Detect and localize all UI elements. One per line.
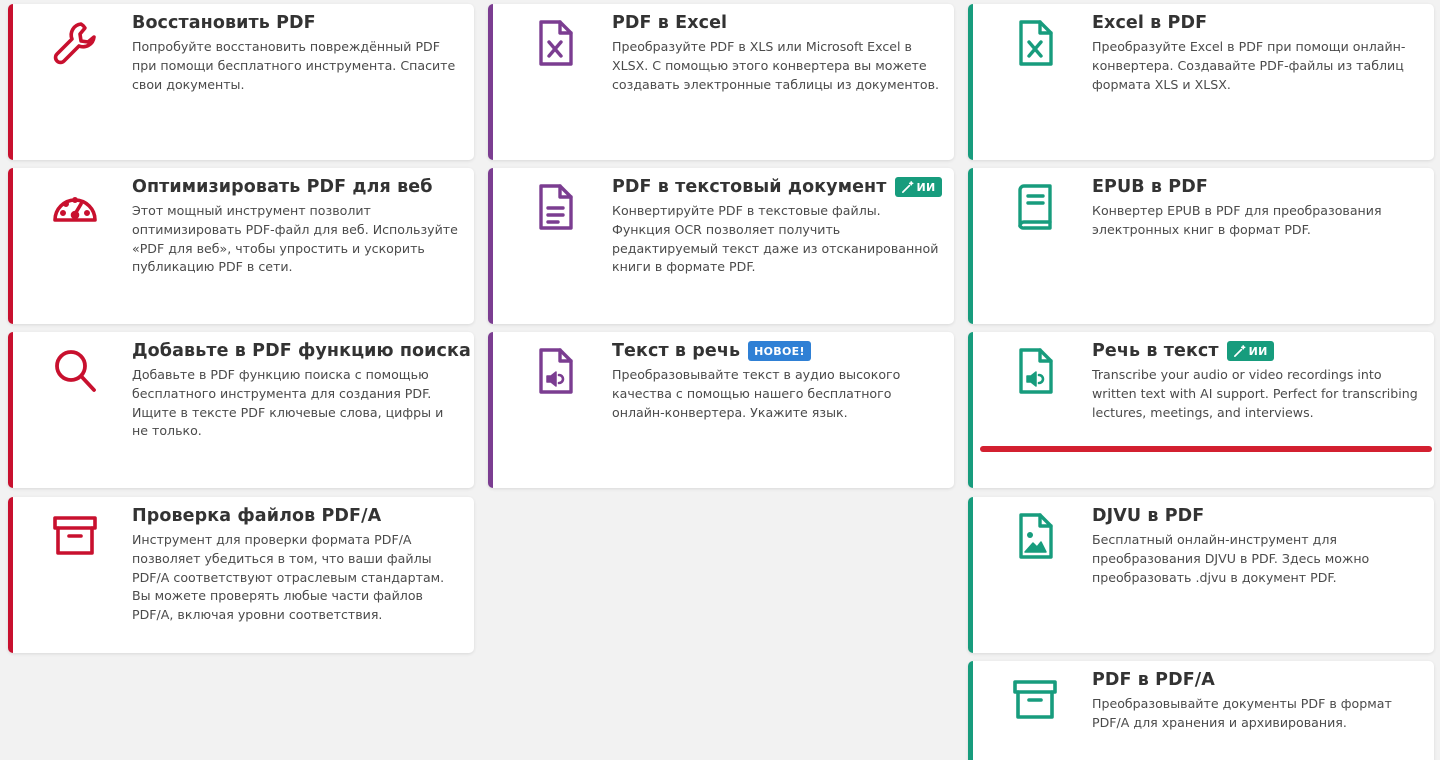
card-title: Текст в речь [612,341,741,361]
card-description: Бесплатный онлайн-инструмент для преобра… [1092,532,1370,585]
card-title: Восстановить PDF [132,13,316,33]
badge-label: ИИ [1248,344,1268,358]
card-description: Этот мощный инструмент позволит оптимизи… [132,203,458,275]
tool-card-repair-pdf[interactable]: Восстановить PDF Попробуйте восстановить… [8,4,474,160]
card-description: Конвертер EPUB в PDF для преобразования … [1092,203,1382,237]
new-badge: НОВОЕ! [748,341,811,361]
card-title: Добавьте в PDF функцию поиска [132,341,471,361]
badge-label: ИИ [916,180,936,194]
highlight-underline [980,446,1432,452]
tool-card-pdf-to-pdfa[interactable]: PDF в PDF/A Преобразовывайте документы P… [968,661,1434,760]
card-title: PDF в Excel [612,13,728,33]
archive-box-icon [47,511,103,561]
image-file-icon [1007,511,1063,561]
tool-card-add-search[interactable]: Добавьте в PDF функцию поиска Добавьте в… [8,332,474,488]
card-description: Преобразовывайте документы PDF в формат … [1092,696,1392,730]
tools-grid: Восстановить PDF Попробуйте восстановить… [0,0,1440,760]
card-description: Преобразуйте PDF в XLS или Microsoft Exc… [612,39,940,92]
tool-card-excel-to-pdf[interactable]: Excel в PDF Преобразуйте Excel в PDF при… [968,4,1434,160]
gauge-icon [47,182,103,232]
text-file-icon [527,182,583,232]
tool-card-djvu-to-pdf[interactable]: DJVU в PDF Бесплатный онлайн-инструмент … [968,497,1434,653]
card-title: EPUB в PDF [1092,177,1208,197]
tool-card-speech-to-text[interactable]: Речь в текст ИИ Transcribe your audio or… [968,332,1434,488]
tool-card-pdf-to-text[interactable]: PDF в текстовый документ ИИ Конвертируйт… [488,168,954,324]
audio-file-icon [527,346,583,396]
card-title: PDF в текстовый документ [612,177,887,197]
tool-card-pdfa-check[interactable]: Проверка файлов PDF/A Инструмент для про… [8,497,474,653]
excel-file-icon [1007,18,1063,68]
ai-badge: ИИ [894,177,942,197]
card-description: Преобразовывайте текст в аудио высокого … [612,367,901,420]
card-description: Инструмент для проверки формата PDF/A по… [132,532,445,623]
ai-badge: ИИ [1226,341,1274,361]
audio-file-icon [1007,346,1063,396]
card-title: Оптимизировать PDF для веб [132,177,433,197]
excel-file-icon [527,18,583,68]
card-title: PDF в PDF/A [1092,670,1215,690]
tool-card-optimize-web[interactable]: Оптимизировать PDF для веб Этот мощный и… [8,168,474,324]
card-description: Попробуйте восстановить повреждённый PDF… [132,39,456,92]
card-description: Добавьте в PDF функцию поиска с помощью … [132,367,444,439]
card-description: Конвертируйте PDF в текстовые файлы. Фун… [612,203,939,275]
card-title: Excel в PDF [1092,13,1208,33]
archive-box-icon [1007,675,1063,725]
magic-wand-icon [1233,344,1246,357]
card-description: Преобразуйте Excel в PDF при помощи онла… [1092,39,1406,92]
card-title: Речь в текст [1092,341,1219,361]
card-title: Проверка файлов PDF/A [132,506,382,526]
magic-wand-icon [901,180,913,193]
tool-card-text-to-speech[interactable]: Текст в речь НОВОЕ! Преобразовывайте тек… [488,332,954,488]
tool-card-pdf-to-excel[interactable]: PDF в Excel Преобразуйте PDF в XLS или M… [488,4,954,160]
book-icon [1007,182,1063,232]
card-title: DJVU в PDF [1092,506,1205,526]
card-description: Transcribe your audio or video recording… [1092,367,1418,420]
tool-card-epub-to-pdf[interactable]: EPUB в PDF Конвертер EPUB в PDF для прео… [968,168,1434,324]
wrench-icon [47,18,103,68]
search-icon [47,346,103,396]
